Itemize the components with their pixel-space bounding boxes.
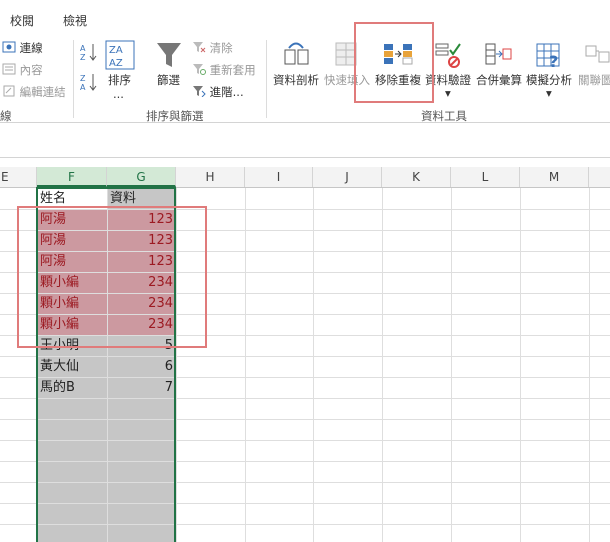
sort-button[interactable]: ZA AZ (105, 40, 135, 73)
group-sort-filter-label: 排序與篩選 (146, 109, 204, 123)
data-validation-icon (434, 43, 462, 73)
ribbon: 連線 內容 編輯連結 線 AZ ZA ZA AZ 排序 ... 篩選 清除 重新套… (0, 22, 610, 123)
col-header-i[interactable]: I (245, 167, 313, 187)
data-validation-button[interactable] (434, 40, 462, 73)
what-if-analysis-icon: ? (535, 43, 563, 73)
sort-more: ... (113, 87, 124, 101)
properties-label: 內容 (19, 63, 43, 77)
text-to-columns-button[interactable] (283, 40, 311, 71)
connections-icon (2, 41, 16, 56)
relationships-icon (584, 45, 610, 71)
consolidate-icon (484, 43, 512, 71)
sort-az-icon: AZ (80, 44, 98, 65)
group-data-tools-label: 資料工具 (421, 109, 467, 123)
edit-links-icon (2, 85, 16, 100)
advanced-filter-icon (192, 85, 206, 100)
sort-label: 排序 (108, 73, 131, 87)
svg-text:A: A (80, 44, 86, 53)
svg-text:ZA: ZA (109, 45, 123, 56)
data-validation-dropdown-icon[interactable]: ▾ (445, 86, 451, 100)
col-header-h[interactable]: H (176, 167, 245, 187)
edit-links-button[interactable]: 編輯連結 (2, 84, 66, 100)
remove-duplicates-highlight (354, 22, 434, 103)
reapply-icon (192, 63, 206, 78)
text-to-columns-label: 資料剖析 (273, 73, 319, 87)
sort-az-button[interactable]: AZ (80, 42, 98, 65)
sort-za-button[interactable]: ZA (80, 72, 98, 95)
tab-review[interactable]: 校閱 (10, 12, 34, 29)
ribbon-separator (266, 40, 267, 118)
what-if-dropdown-icon[interactable]: ▾ (546, 86, 552, 100)
col-header-g[interactable]: G (107, 167, 176, 187)
what-if-analysis-button[interactable]: ? (535, 40, 563, 73)
clear-filter-icon (192, 41, 206, 56)
advanced-filter-button[interactable]: 進階... (192, 84, 244, 100)
relationships-button[interactable] (584, 40, 610, 71)
relationships-label: 關聯圖 (578, 73, 610, 87)
tab-view[interactable]: 檢視 (63, 12, 87, 29)
group-connections-label: 線 (0, 109, 12, 123)
clear-filter-label: 清除 (209, 41, 233, 55)
col-header-k[interactable]: K (382, 167, 451, 187)
ribbon-tabs: 校閱 檢視 (0, 0, 610, 32)
svg-text:Z: Z (80, 74, 86, 83)
svg-text:AZ: AZ (109, 58, 123, 69)
consolidate-label: 合併彙算 (476, 73, 522, 87)
formula-bar[interactable] (0, 123, 610, 158)
sort-icon: ZA AZ (105, 40, 135, 73)
col-header-e[interactable]: E (0, 167, 37, 187)
properties-icon (2, 63, 16, 78)
clear-filter-button[interactable]: 清除 (192, 40, 233, 56)
filter-label: 篩選 (157, 73, 180, 87)
col-header-j[interactable]: J (313, 167, 382, 187)
col-header-f[interactable]: F (37, 167, 107, 187)
col-header-m[interactable]: M (520, 167, 589, 187)
properties-button[interactable]: 內容 (2, 62, 43, 78)
edit-links-label: 編輯連結 (19, 85, 66, 99)
sort-za-icon: ZA (80, 74, 98, 95)
connections-label: 連線 (19, 41, 43, 55)
svg-text:A: A (80, 83, 86, 92)
text-to-columns-icon (283, 42, 311, 71)
connections-button[interactable]: 連線 (2, 40, 43, 56)
filter-button[interactable] (155, 40, 183, 73)
reapply-button[interactable]: 重新套用 (192, 62, 256, 78)
advanced-filter-label: 進階... (209, 85, 244, 99)
svg-text:?: ? (549, 52, 558, 70)
col-header-l[interactable]: L (451, 167, 520, 187)
ribbon-separator (73, 40, 74, 118)
consolidate-button[interactable] (484, 40, 512, 71)
reapply-label: 重新套用 (209, 63, 256, 77)
duplicate-rows-highlight (17, 206, 207, 348)
column-header-row: E F G H I J K L M (0, 167, 610, 188)
svg-text:Z: Z (80, 53, 86, 62)
filter-icon (155, 43, 183, 73)
